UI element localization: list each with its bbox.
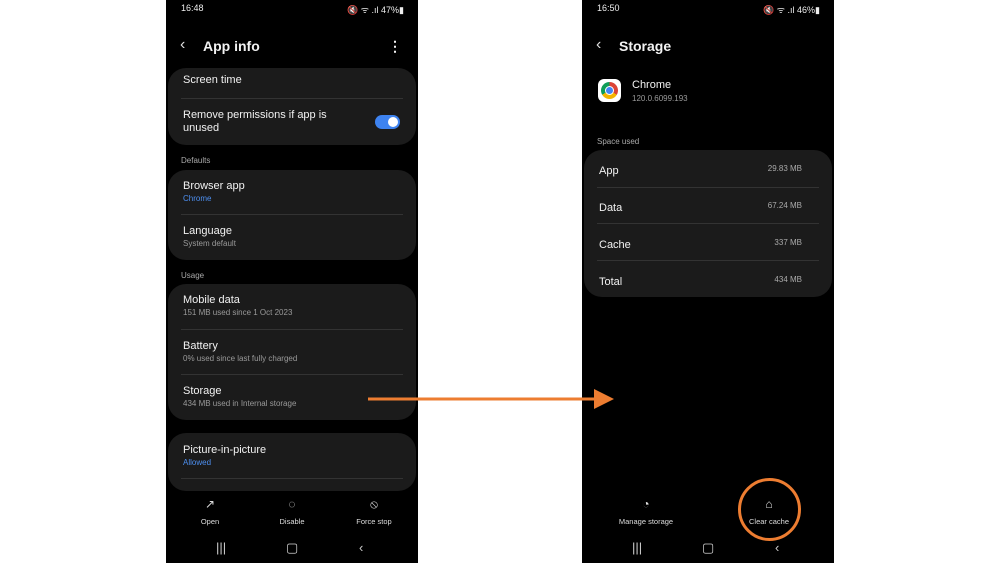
space-used-card: App 29.83 MB Data 67.24 MB Cache 337 MB Tot… xyxy=(584,150,832,297)
row-value: 434 MB xyxy=(774,275,802,284)
status-time: 16:48 xyxy=(181,3,204,13)
stop-icon: ⦸ xyxy=(370,497,378,511)
back-icon[interactable]: ‹ xyxy=(180,36,185,54)
app-name: Chrome xyxy=(632,79,672,91)
row-value: 67.24 MB xyxy=(767,201,802,210)
status-icons: 🔇 ᯤ .ıl 46%▮ xyxy=(763,5,820,15)
browser-app-value: Chrome xyxy=(183,194,212,203)
section-defaults: Defaults xyxy=(181,156,211,165)
open-external-icon: ↗ xyxy=(204,497,216,511)
manage-storage-button[interactable]: ◔ Manage storage xyxy=(606,497,686,526)
nav-back-icon[interactable]: ‹ xyxy=(359,540,363,555)
nav-back-icon[interactable]: ‹ xyxy=(775,540,779,555)
highlight-circle xyxy=(738,478,801,541)
permissions-card: Screen time Remove permissions if app is… xyxy=(168,68,416,145)
mobile-data-title: Mobile data xyxy=(183,294,240,306)
language-value: System default xyxy=(183,239,236,248)
pip-value: Allowed xyxy=(183,458,212,467)
chrome-app-icon xyxy=(598,79,621,102)
open-button[interactable]: ↗ Open xyxy=(170,497,250,526)
screen-time-item[interactable]: Screen time xyxy=(183,74,401,86)
remove-permissions-toggle[interactable] xyxy=(375,115,400,129)
pip-title: Picture-in-picture xyxy=(183,444,267,456)
section-space-used: Space used xyxy=(597,137,640,146)
annotation-arrow xyxy=(368,389,614,409)
pie-chart-icon: ◔ xyxy=(642,497,650,511)
row-value: 337 MB xyxy=(774,238,802,247)
storage-row-app: App 29.83 MB xyxy=(599,161,817,179)
storage-screen: 16:50 🔇 ᯤ .ıl 46%▮ ‹ Storage Chrome 120.… xyxy=(582,0,834,563)
more-options-icon[interactable]: ⋮ xyxy=(388,38,402,55)
battery-title: Battery xyxy=(183,340,218,352)
mobile-data-item[interactable]: Mobile data 151 MB used since 1 Oct 2023 xyxy=(183,294,401,317)
back-icon[interactable]: ‹ xyxy=(596,36,601,54)
remove-permissions-label: Remove permissions if app is unused xyxy=(183,109,327,134)
row-label: Data xyxy=(599,202,623,214)
home-icon[interactable]: ▢ xyxy=(286,540,298,556)
disable-button[interactable]: ◌ Disable xyxy=(252,497,332,526)
recents-icon[interactable]: ||| xyxy=(216,540,226,555)
status-icons: 🔇 ᯤ .ıl 47%▮ xyxy=(347,5,404,15)
page-title: Storage xyxy=(619,38,672,54)
storage-row-cache: Cache 337 MB xyxy=(599,235,817,253)
language-item[interactable]: Language System default xyxy=(183,225,401,248)
battery-sub: 0% used since last fully charged xyxy=(183,354,298,363)
storage-row-total: Total 434 MB xyxy=(599,272,817,290)
status-time: 16:50 xyxy=(597,3,620,13)
language-title: Language xyxy=(183,225,232,237)
page-title: App info xyxy=(203,38,260,54)
home-icon[interactable]: ▢ xyxy=(702,540,714,556)
disable-label: Disable xyxy=(279,517,305,526)
section-usage: Usage xyxy=(181,271,205,280)
open-label: Open xyxy=(200,517,220,526)
defaults-card: Browser app Chrome Language System default xyxy=(168,170,416,260)
dashed-circle-icon: ◌ xyxy=(288,497,296,511)
row-value: 29.83 MB xyxy=(767,164,802,173)
pip-card: Picture-in-picture Allowed xyxy=(168,433,416,491)
storage-row-data: Data 67.24 MB xyxy=(599,198,817,216)
row-label: Cache xyxy=(599,239,631,251)
battery-item[interactable]: Battery 0% used since last fully charged xyxy=(183,340,401,363)
row-label: Total xyxy=(599,276,623,288)
mobile-data-sub: 151 MB used since 1 Oct 2023 xyxy=(183,308,293,317)
pip-item[interactable]: Picture-in-picture Allowed xyxy=(183,444,401,467)
app-version: 120.0.6099.193 xyxy=(632,94,688,103)
browser-app-item[interactable]: Browser app Chrome xyxy=(183,180,401,203)
app-info-screen: 16:48 🔇 ᯤ .ıl 47%▮ ‹ App info ⋮ Screen t… xyxy=(166,0,418,563)
force-stop-label: Force stop xyxy=(356,517,392,526)
recents-icon[interactable]: ||| xyxy=(632,540,642,555)
manage-storage-label: Manage storage xyxy=(618,517,674,526)
row-label: App xyxy=(599,165,619,177)
force-stop-button[interactable]: ⦸ Force stop xyxy=(334,497,414,526)
browser-app-title: Browser app xyxy=(183,180,245,192)
